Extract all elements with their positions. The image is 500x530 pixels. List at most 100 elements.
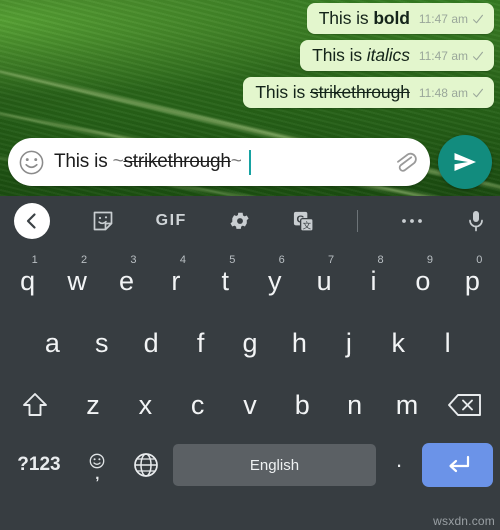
key-label: e (118, 265, 134, 296)
key-label: r (171, 265, 181, 296)
message-timestamp: 11:48 am (418, 85, 468, 100)
key-label: j (345, 327, 352, 358)
single-check-icon (472, 14, 484, 23)
key-label: o (415, 265, 431, 296)
shift-key[interactable] (3, 376, 67, 434)
message-text: This is bold (319, 8, 410, 29)
key-y[interactable]: 6y (250, 252, 299, 310)
key-k[interactable]: k (374, 314, 423, 372)
message-input-text-wrap[interactable]: This is ~strikethrough~ (54, 149, 383, 175)
key-x[interactable]: x (119, 376, 171, 434)
key-label: m (395, 389, 419, 420)
key-s[interactable]: s (77, 314, 126, 372)
key-label: v (243, 389, 257, 420)
key-number-hint: 8 (377, 254, 384, 266)
key-number-hint: 9 (426, 254, 433, 266)
key-label: i (370, 265, 377, 296)
key-v[interactable]: v (224, 376, 276, 434)
input-tilde-close: ~ (230, 151, 242, 172)
key-a[interactable]: a (28, 314, 77, 372)
key-i[interactable]: 8i (349, 252, 398, 310)
key-w[interactable]: 2w (52, 252, 101, 310)
key-label: k (391, 327, 405, 358)
message-meta: 11:48 am (419, 86, 484, 100)
keyboard-more-button[interactable] (400, 217, 424, 225)
symbols-key[interactable]: ?123 (7, 454, 71, 476)
keyboard-gif-button[interactable]: GIF (156, 212, 187, 230)
message-meta: 11:47 am (419, 49, 484, 63)
key-label: n (347, 389, 363, 420)
key-j[interactable]: j (324, 314, 373, 372)
svg-text:文: 文 (303, 219, 312, 230)
keyboard-sticker-button[interactable] (92, 210, 114, 232)
key-number-hint: 7 (328, 254, 335, 266)
key-label: d (143, 327, 159, 358)
key-f[interactable]: f (176, 314, 225, 372)
paperclip-icon[interactable] (392, 149, 418, 175)
on-screen-keyboard: GIF G 文 (0, 196, 500, 530)
key-label: p (464, 265, 480, 296)
send-button[interactable] (438, 135, 492, 189)
key-label: w (67, 265, 87, 296)
key-u[interactable]: 7u (299, 252, 348, 310)
keyboard-translate-button[interactable]: G 文 (292, 210, 315, 233)
key-label: a (44, 327, 60, 358)
message-bubble[interactable]: This is strikethrough 11:48 am (243, 77, 494, 108)
key-b[interactable]: b (276, 376, 328, 434)
key-number-hint: 1 (31, 254, 38, 266)
key-o[interactable]: 9o (398, 252, 447, 310)
key-label: y (267, 265, 282, 296)
message-composer: This is ~strikethrough~ (0, 131, 500, 193)
keyboard-settings-button[interactable] (229, 210, 251, 232)
message-text: This is strikethrough (255, 82, 410, 103)
key-g[interactable]: g (225, 314, 274, 372)
key-z[interactable]: z (67, 376, 119, 434)
smiley-face-icon[interactable] (18, 149, 45, 176)
key-t[interactable]: 5t (201, 252, 250, 310)
emoji-comma-key[interactable]: , (75, 453, 120, 482)
language-switch-key[interactable] (124, 451, 169, 479)
message-prefix: This is (318, 8, 374, 28)
key-r[interactable]: 4r (151, 252, 200, 310)
message-styled-text: bold (373, 8, 410, 28)
key-h[interactable]: h (275, 314, 324, 372)
key-l[interactable]: l (423, 314, 472, 372)
key-e[interactable]: 3e (102, 252, 151, 310)
input-styled-text: strikethrough (123, 151, 231, 172)
message-bubble[interactable]: This is bold 11:47 am (306, 3, 494, 34)
keyboard-voice-button[interactable] (466, 209, 486, 233)
message-list: This is bold 11:47 am This is italics 11… (243, 3, 494, 108)
key-label: b (294, 389, 310, 420)
key-label: u (316, 265, 332, 296)
period-key-label: . (396, 447, 403, 472)
key-label: q (20, 265, 36, 296)
key-label: g (242, 327, 258, 358)
key-number-hint: 4 (179, 254, 186, 266)
symbols-key-label: ?123 (17, 454, 61, 475)
key-c[interactable]: c (172, 376, 224, 434)
period-key[interactable]: . (380, 447, 418, 483)
key-p[interactable]: 0p (448, 252, 497, 310)
key-d[interactable]: d (126, 314, 175, 372)
key-m[interactable]: m (381, 376, 433, 434)
enter-key[interactable] (422, 443, 493, 487)
backspace-key[interactable] (433, 376, 497, 434)
message-input-value: This is ~strikethrough~ (54, 151, 242, 173)
keyboard-row-4: ?123 , English . (3, 436, 497, 494)
screen-root: This is bold 11:47 am This is italics 11… (0, 0, 500, 530)
toolbar-divider (357, 210, 359, 232)
translate-icon: G 文 (294, 211, 315, 232)
message-bubble[interactable]: This is italics 11:47 am (300, 40, 494, 71)
key-number-hint: 2 (81, 254, 88, 266)
enter-return-arrow-icon (448, 455, 469, 473)
message-input-pill[interactable]: This is ~strikethrough~ (8, 138, 430, 186)
keyboard-back-button[interactable] (14, 203, 50, 239)
key-q[interactable]: 1q (3, 252, 52, 310)
single-check-icon (472, 88, 484, 97)
message-styled-text: italics (366, 45, 410, 65)
keyboard-row-3: z x c v b n m (3, 374, 497, 436)
spacebar-key[interactable]: English (172, 444, 377, 486)
key-number-hint: 0 (476, 254, 483, 266)
message-styled-text: strikethrough (309, 82, 410, 102)
key-n[interactable]: n (328, 376, 380, 434)
